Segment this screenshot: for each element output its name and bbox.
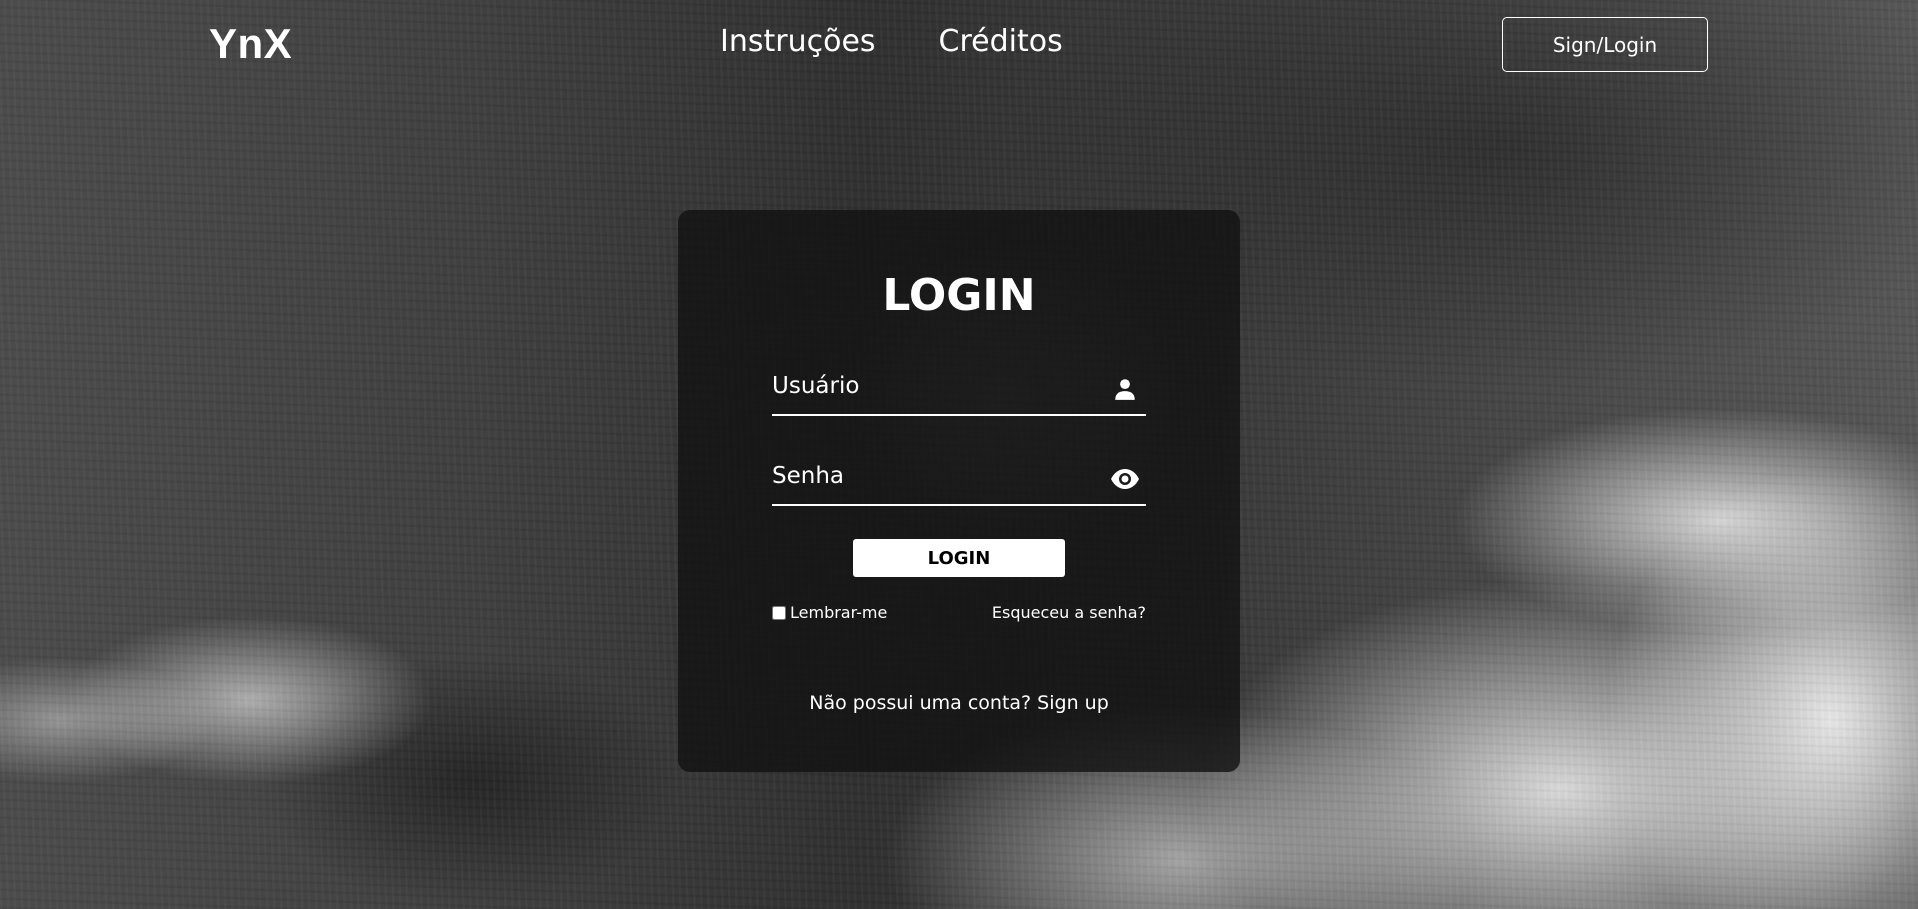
eye-icon[interactable]: [1110, 466, 1140, 492]
nav-link-instrucoes[interactable]: Instruções: [720, 24, 876, 59]
signup-prompt: Não possui uma conta? Sign up: [678, 692, 1240, 714]
main-nav: Instruções Créditos: [720, 24, 1063, 59]
password-input[interactable]: [772, 450, 1092, 502]
password-field: [772, 450, 1146, 506]
user-icon: [1112, 376, 1138, 402]
remember-me-checkbox[interactable]: [772, 605, 786, 620]
nav-link-creditos[interactable]: Créditos: [939, 24, 1063, 59]
remember-me-label: Lembrar-me: [790, 603, 888, 622]
signup-link[interactable]: Sign up: [1037, 692, 1109, 714]
login-title: LOGIN: [882, 270, 1036, 321]
remember-me[interactable]: Lembrar-me: [772, 603, 887, 622]
login-options: Lembrar-me Esqueceu a senha?: [772, 603, 1146, 622]
forgot-password-link[interactable]: Esqueceu a senha?: [992, 603, 1146, 622]
page-background: YnX Instruções Créditos Sign/Login LOGIN: [0, 0, 1918, 909]
sign-login-button[interactable]: Sign/Login: [1502, 17, 1708, 72]
site-logo[interactable]: YnX: [209, 20, 292, 68]
username-field: [772, 360, 1146, 416]
login-submit-button[interactable]: LOGIN: [853, 539, 1065, 577]
login-card: LOGIN LOGIN: [678, 210, 1240, 772]
username-input[interactable]: [772, 360, 1092, 412]
no-account-text: Não possui uma conta?: [809, 692, 1032, 714]
